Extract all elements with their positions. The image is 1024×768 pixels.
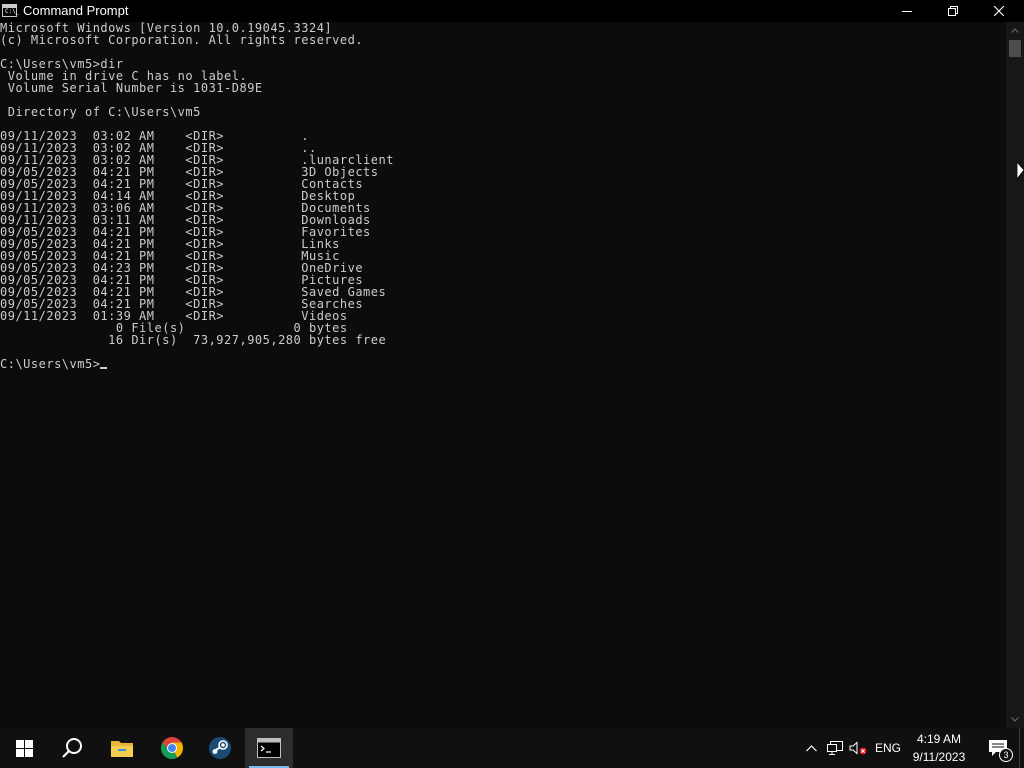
console-line: Volume Serial Number is 1031-D89E	[0, 81, 263, 95]
taskbar-clock[interactable]: 4:19 AM 9/11/2023	[906, 728, 972, 768]
volume-muted-icon	[849, 741, 867, 755]
scroll-thumb[interactable]	[1009, 40, 1021, 57]
start-icon	[15, 739, 33, 757]
network-button[interactable]	[824, 728, 846, 768]
arrow-up-icon	[1011, 28, 1019, 33]
window-title: Command Prompt	[23, 3, 129, 18]
console-line: Directory of C:\Users\vm5	[0, 105, 201, 119]
text-cursor	[100, 367, 108, 369]
volume-button[interactable]	[847, 728, 869, 768]
taskbar-file-explorer[interactable]	[98, 728, 146, 768]
console-prompt: C:\Users\vm5>	[0, 357, 101, 371]
command-prompt-icon	[257, 738, 281, 758]
window-titlebar[interactable]: C:\_ Command Prompt	[0, 0, 1024, 22]
network-icon	[827, 741, 843, 755]
close-button[interactable]	[976, 0, 1022, 22]
start-button[interactable]	[0, 728, 48, 768]
clock-date: 9/11/2023	[912, 750, 966, 764]
input-language-button[interactable]: ENG	[872, 728, 904, 768]
taskbar-chrome[interactable]	[148, 728, 196, 768]
file-explorer-icon	[111, 741, 133, 757]
mouse-pointer-icon	[1017, 162, 1024, 180]
taskbar: ENG 4:19 AM 9/11/2023 3	[0, 728, 1024, 768]
restore-icon	[948, 6, 958, 16]
cmd-icon: C:\_	[2, 4, 19, 17]
restore-button[interactable]	[930, 0, 976, 22]
search-icon	[62, 738, 82, 758]
vertical-scrollbar[interactable]	[1006, 22, 1024, 728]
show-hidden-icons-button[interactable]	[800, 728, 822, 768]
close-icon	[994, 6, 1004, 16]
show-desktop-button[interactable]	[1019, 728, 1024, 768]
taskbar-steam[interactable]	[196, 728, 244, 768]
clock-time: 4:19 AM	[916, 732, 962, 746]
action-center-button[interactable]: 3	[978, 728, 1018, 768]
steam-icon	[209, 737, 231, 759]
arrow-down-icon	[1011, 717, 1019, 722]
chevron-up-icon	[805, 744, 817, 751]
minimize-button[interactable]	[884, 0, 930, 22]
console-line: (c) Microsoft Corporation. All rights re…	[0, 33, 364, 47]
scroll-up-button[interactable]	[1006, 22, 1024, 39]
console-line: 16 Dir(s) 73,927,905,280 bytes free	[0, 333, 387, 347]
console-lines: Microsoft Windows [Version 10.0.19045.33…	[0, 22, 394, 370]
scroll-down-button[interactable]	[1006, 711, 1024, 728]
minimize-icon	[902, 11, 912, 12]
console-output-area[interactable]: Microsoft Windows [Version 10.0.19045.33…	[0, 22, 1006, 728]
notification-count-badge: 3	[999, 748, 1013, 762]
search-button[interactable]	[48, 728, 96, 768]
taskbar-command-prompt[interactable]	[245, 728, 293, 768]
chrome-icon	[161, 737, 183, 759]
console-prompt-line[interactable]: C:\Users\vm5>	[0, 358, 394, 370]
